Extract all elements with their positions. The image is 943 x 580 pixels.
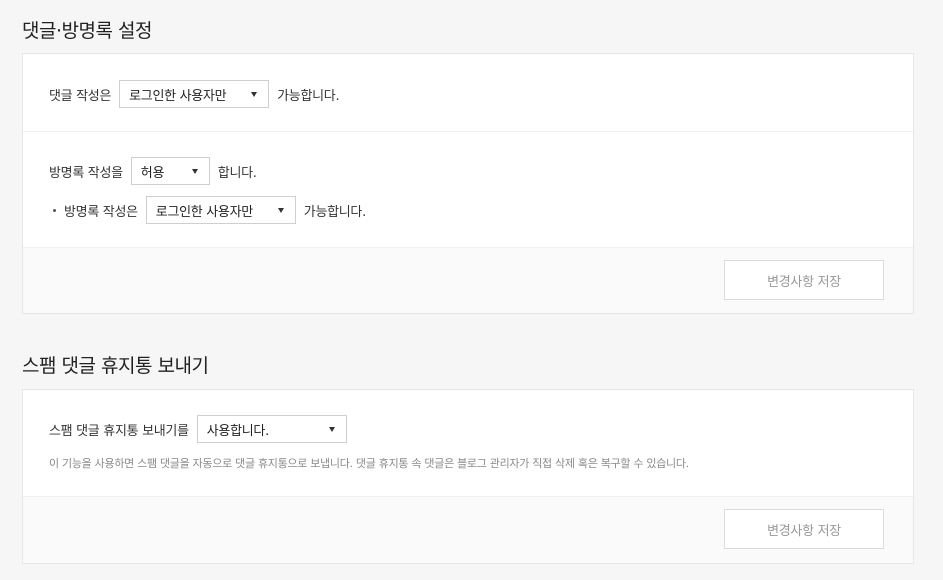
comment-settings-footer: 변경사항 저장 bbox=[23, 247, 913, 313]
chevron-down-icon bbox=[277, 208, 284, 213]
chevron-down-icon bbox=[191, 169, 198, 174]
spam-trash-value: 사용합니다. bbox=[206, 423, 269, 439]
save-comment-settings-button[interactable]: 변경사항 저장 bbox=[724, 260, 884, 300]
save-spam-settings-button[interactable]: 변경사항 저장 bbox=[724, 509, 884, 549]
spam-settings-footer: 변경사항 저장 bbox=[23, 496, 913, 563]
guestbook-allow-select[interactable]: 허용 bbox=[130, 157, 210, 185]
comment-settings-title: 댓글·방명록 설정 bbox=[22, 20, 152, 42]
divider bbox=[23, 131, 913, 132]
chevron-down-icon bbox=[251, 92, 258, 97]
bullet-icon bbox=[53, 208, 56, 212]
spam-trash-row: 스팸 댓글 휴지통 보내기를 사용합니다. bbox=[49, 415, 355, 443]
comment-permission-suffix: 가능합니다. bbox=[277, 88, 340, 104]
spam-settings-card: 스팸 댓글 휴지통 보내기를 사용합니다. 이 기능을 사용하면 스팸 댓글을 … bbox=[22, 389, 914, 564]
spam-trash-label: 스팸 댓글 휴지통 보내기를 bbox=[49, 423, 189, 439]
comment-permission-row: 댓글 작성은 로그인한 사용자만 가능합니다. bbox=[49, 80, 340, 108]
spam-trash-description: 이 기능을 사용하면 스팸 댓글을 자동으로 댓글 휴지통으로 보냅니다. 댓글… bbox=[49, 457, 689, 470]
guestbook-permission-row: 방명록 작성은 로그인한 사용자만 가능합니다. bbox=[53, 196, 366, 224]
guestbook-allow-suffix: 합니다. bbox=[217, 165, 257, 181]
guestbook-allow-value: 허용 bbox=[140, 165, 165, 181]
spam-settings-title: 스팸 댓글 휴지통 보내기 bbox=[22, 355, 209, 377]
guestbook-permission-suffix: 가능합니다. bbox=[303, 204, 366, 220]
chevron-down-icon bbox=[328, 427, 335, 432]
comment-permission-select[interactable]: 로그인한 사용자만 bbox=[119, 80, 270, 108]
guestbook-allow-row: 방명록 작성을 허용 합니다. bbox=[49, 157, 257, 185]
guestbook-permission-label: 방명록 작성은 bbox=[64, 204, 138, 220]
spam-trash-select[interactable]: 사용합니다. bbox=[196, 415, 347, 443]
guestbook-permission-select[interactable]: 로그인한 사용자만 bbox=[145, 196, 296, 224]
comment-permission-value: 로그인한 사용자만 bbox=[129, 88, 227, 104]
comment-permission-label: 댓글 작성은 bbox=[49, 88, 112, 104]
guestbook-allow-label: 방명록 작성을 bbox=[49, 165, 123, 181]
guestbook-permission-value: 로그인한 사용자만 bbox=[155, 204, 253, 220]
comment-settings-card: 댓글 작성은 로그인한 사용자만 가능합니다. 방명록 작성을 허용 합니다. … bbox=[22, 53, 914, 314]
